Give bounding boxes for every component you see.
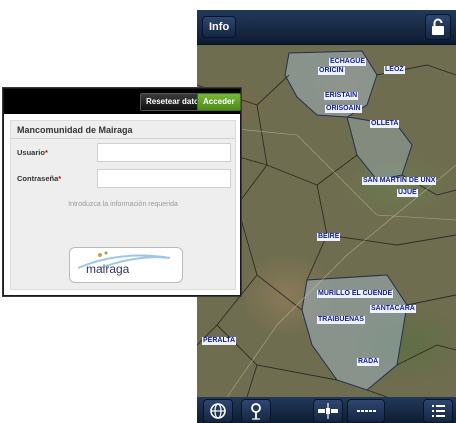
measure-button[interactable] xyxy=(347,399,385,423)
password-label: Contraseña* xyxy=(17,174,61,183)
globe-icon xyxy=(210,403,226,419)
town-label[interactable]: PERALTA xyxy=(202,337,237,345)
town-label[interactable]: ORISOAIN xyxy=(325,105,362,113)
location-button[interactable] xyxy=(241,399,271,423)
dialog-toolbar: Resetear datos Acceder xyxy=(4,89,241,114)
town-label[interactable]: RADA xyxy=(357,358,380,366)
required-marker: * xyxy=(58,174,62,183)
username-field[interactable] xyxy=(97,143,231,162)
user-label: Usuario* xyxy=(17,148,48,157)
town-label[interactable]: LEOZ xyxy=(384,66,405,74)
divider xyxy=(11,138,235,139)
town-label[interactable]: BEIRE xyxy=(317,233,341,241)
town-label[interactable]: ECHAGUE xyxy=(329,58,367,66)
town-label[interactable]: SANTACARA xyxy=(370,305,416,313)
required-marker: * xyxy=(44,148,48,157)
town-label[interactable]: ERISTAIN xyxy=(324,92,359,100)
login-dialog: Resetear datos Acceder Mancomunidad de M… xyxy=(3,88,241,296)
ruler-icon xyxy=(357,410,376,412)
required-info-hint: Introduzca la información requerida xyxy=(68,201,178,208)
list-button[interactable] xyxy=(423,399,453,423)
mairaga-logo: mairaga xyxy=(69,247,183,283)
form-title: Mancomunidad de Mairaga xyxy=(17,125,133,135)
lock-button[interactable] xyxy=(425,14,451,40)
password-label-text: Contraseña xyxy=(17,174,59,183)
user-label-text: Usuario xyxy=(17,148,45,157)
town-label[interactable]: ORICIN xyxy=(318,67,345,75)
location-pin-icon xyxy=(251,403,261,420)
town-label[interactable]: MURILLO EL CUENDE xyxy=(317,290,394,298)
logo-wordmark: mairaga xyxy=(86,262,130,276)
town-label[interactable]: UJUE xyxy=(397,189,418,197)
satellite-icon xyxy=(318,403,338,419)
info-button[interactable]: Info xyxy=(202,16,237,38)
town-label[interactable]: OLLETA xyxy=(370,120,400,128)
bottom-toolbar xyxy=(197,397,456,423)
access-button[interactable]: Acceder xyxy=(197,93,241,111)
lock-icon xyxy=(432,18,444,35)
town-label[interactable]: SAN MARTIN DE UNX xyxy=(362,177,437,185)
login-form: Mancomunidad de Mairaga Usuario* Contras… xyxy=(10,120,236,290)
satellite-button[interactable] xyxy=(313,399,343,423)
list-icon xyxy=(432,405,445,417)
top-toolbar: Info xyxy=(197,10,456,45)
globe-button[interactable] xyxy=(203,399,233,423)
password-field[interactable] xyxy=(97,169,231,188)
town-label[interactable]: TRAIBUENAS xyxy=(317,316,365,324)
